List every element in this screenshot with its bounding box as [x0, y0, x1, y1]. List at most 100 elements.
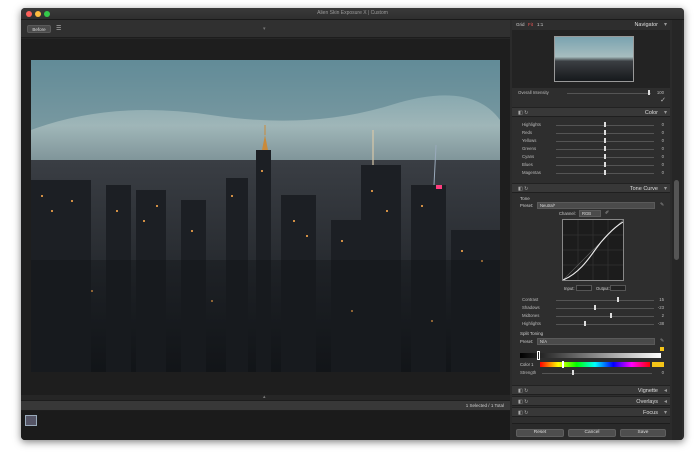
split-options-icon[interactable]: ✎ [660, 338, 664, 344]
slider-label: Reds [522, 130, 533, 135]
slider-knob[interactable] [604, 122, 606, 127]
input-label: Input: [564, 286, 575, 291]
focus-panel-header[interactable]: ◧ ↻ Focus ▾ [512, 407, 670, 417]
overall-intensity-slider[interactable]: Overall Intensity 100 [512, 89, 670, 97]
slider-knob[interactable] [604, 170, 606, 175]
tone-preset-dropdown[interactable]: Neutral* [537, 202, 655, 209]
channel-label: Channel: [559, 211, 576, 216]
slider-label: Contrast [522, 297, 539, 302]
main-area: Before ☰ ▾ ▴ 1 Selected / 1 Total [21, 20, 510, 440]
slider-value: 0 [661, 130, 664, 135]
slider-value: -23 [657, 305, 664, 310]
slider-blues[interactable]: Blues 0 [512, 161, 670, 169]
tone-preset-label: Preset: [520, 203, 534, 208]
navigator-title: Navigator [634, 22, 658, 28]
before-button[interactable]: Before [27, 25, 51, 33]
right-panel: Grid Fit 1:1 Navigator ▾ Overall Intensi… [512, 20, 670, 440]
list-icon[interactable]: ☰ [56, 25, 64, 33]
chevron-down-icon[interactable]: ▾ [664, 185, 667, 192]
reset-button[interactable]: Reset [516, 429, 564, 437]
save-button[interactable]: Save [620, 429, 666, 437]
slider-label: Yellows [522, 138, 537, 143]
footer-bar: Reset Cancel Save [512, 423, 670, 440]
slider-yellows[interactable]: Yellows 0 [512, 137, 670, 145]
slider-label: Blues [522, 162, 533, 167]
panel-toggle-icon[interactable]: ◧ ↻ [518, 399, 528, 405]
input-field[interactable] [576, 285, 592, 291]
slider-knob[interactable] [617, 297, 619, 302]
slider-knob[interactable] [584, 321, 586, 326]
slider-value: 15 [659, 297, 664, 302]
slider-label: Shadows [522, 305, 540, 310]
navigator-box [512, 30, 670, 88]
slider-highlights[interactable]: Highlights -38 [512, 320, 670, 328]
vignette-panel-header[interactable]: ◧ ↻ Vignette ◂ [512, 385, 670, 395]
slider-track [556, 316, 654, 317]
scrollbar-thumb[interactable] [674, 180, 679, 260]
split-toning-title: Split Toning [520, 331, 544, 336]
slider-knob[interactable] [610, 313, 612, 318]
slider-track [556, 300, 654, 301]
checkmark-icon[interactable]: ✓ [660, 96, 666, 104]
eyedropper-icon[interactable]: ✐ [605, 210, 609, 216]
balance-handle[interactable] [537, 351, 540, 360]
strength-slider[interactable]: Strength 0 [512, 369, 670, 377]
slider-knob[interactable] [604, 162, 606, 167]
slider-contrast[interactable]: Contrast 15 [512, 296, 670, 304]
chevron-left-icon[interactable]: ◂ [664, 398, 667, 405]
zoom-toggle[interactable]: 1:1 [537, 22, 543, 27]
slider-value: 2 [661, 313, 664, 318]
slider-track [556, 308, 654, 309]
slider-cyans[interactable]: Cyans 0 [512, 153, 670, 161]
chevron-left-icon[interactable]: ◂ [664, 387, 667, 394]
slider-knob[interactable] [604, 146, 606, 151]
output-field[interactable] [610, 285, 626, 291]
filmstrip-bar: 1 Selected / 1 Total [21, 400, 510, 411]
chevron-down-icon[interactable]: ▾ [664, 21, 667, 28]
right-panel-scrollbar[interactable] [672, 20, 682, 440]
fit-toggle[interactable]: Fit [528, 22, 533, 27]
tone-curve-graph[interactable] [562, 219, 624, 281]
slider-knob[interactable] [604, 130, 606, 135]
slider-highlights[interactable]: Highlights 0 [512, 121, 670, 129]
overlays-panel-header[interactable]: ◧ ↻ Overlays ◂ [512, 396, 670, 406]
image-canvas[interactable] [21, 39, 510, 395]
navigator-thumbnail[interactable] [554, 36, 634, 82]
slider-knob[interactable] [594, 305, 596, 310]
panel-toggle-icon[interactable]: ◧ ↻ [518, 388, 528, 394]
slider-magentas[interactable]: Magentas 0 [512, 169, 670, 177]
filmstrip [21, 411, 510, 440]
panel-toggle-icon[interactable]: ◧ ↻ [518, 110, 528, 116]
highlight-color-swatch[interactable] [660, 347, 664, 351]
hue-bar[interactable] [540, 362, 650, 367]
color-panel-header[interactable]: ◧ ↻ Color ▾ [512, 107, 670, 117]
split-preset-dropdown[interactable]: N/A [537, 338, 655, 345]
filmstrip-thumbnail[interactable] [25, 415, 37, 426]
cancel-button[interactable]: Cancel [568, 429, 616, 437]
split-preset-label: Preset: [520, 339, 534, 344]
grid-toggle[interactable]: Grid [516, 22, 525, 27]
luminance-bar[interactable] [520, 353, 661, 358]
slider-knob[interactable] [604, 154, 606, 159]
collapse-top-icon[interactable]: ▾ [263, 26, 266, 32]
channel-dropdown[interactable]: RGB [579, 210, 601, 217]
selection-count: 1 Selected / 1 Total [465, 403, 504, 408]
hue-handle[interactable] [562, 361, 564, 368]
chevron-down-icon[interactable]: ▾ [664, 409, 667, 416]
color1-swatch[interactable] [652, 362, 664, 367]
slider-value: -38 [657, 321, 664, 326]
slider-track [556, 324, 654, 325]
slider-midtones[interactable]: Midtones 2 [512, 312, 670, 320]
panel-toggle-icon[interactable]: ◧ ↻ [518, 186, 528, 192]
slider-knob[interactable] [604, 138, 606, 143]
tone-curve-panel-header[interactable]: ◧ ↻ Tone Curve ▾ [512, 183, 670, 193]
slider-greens[interactable]: Greens 0 [512, 145, 670, 153]
tone-options-icon[interactable]: ✎ [660, 202, 664, 208]
panel-toggle-icon[interactable]: ◧ ↻ [518, 410, 528, 416]
slider-reds[interactable]: Reds 0 [512, 129, 670, 137]
tone-section-title: Tone [520, 196, 530, 201]
slider-shadows[interactable]: Shadows -23 [512, 304, 670, 312]
title-bar: Alien Skin Exposure X | Custom [21, 8, 684, 20]
photo-preview[interactable] [31, 60, 500, 372]
chevron-down-icon[interactable]: ▾ [664, 109, 667, 116]
